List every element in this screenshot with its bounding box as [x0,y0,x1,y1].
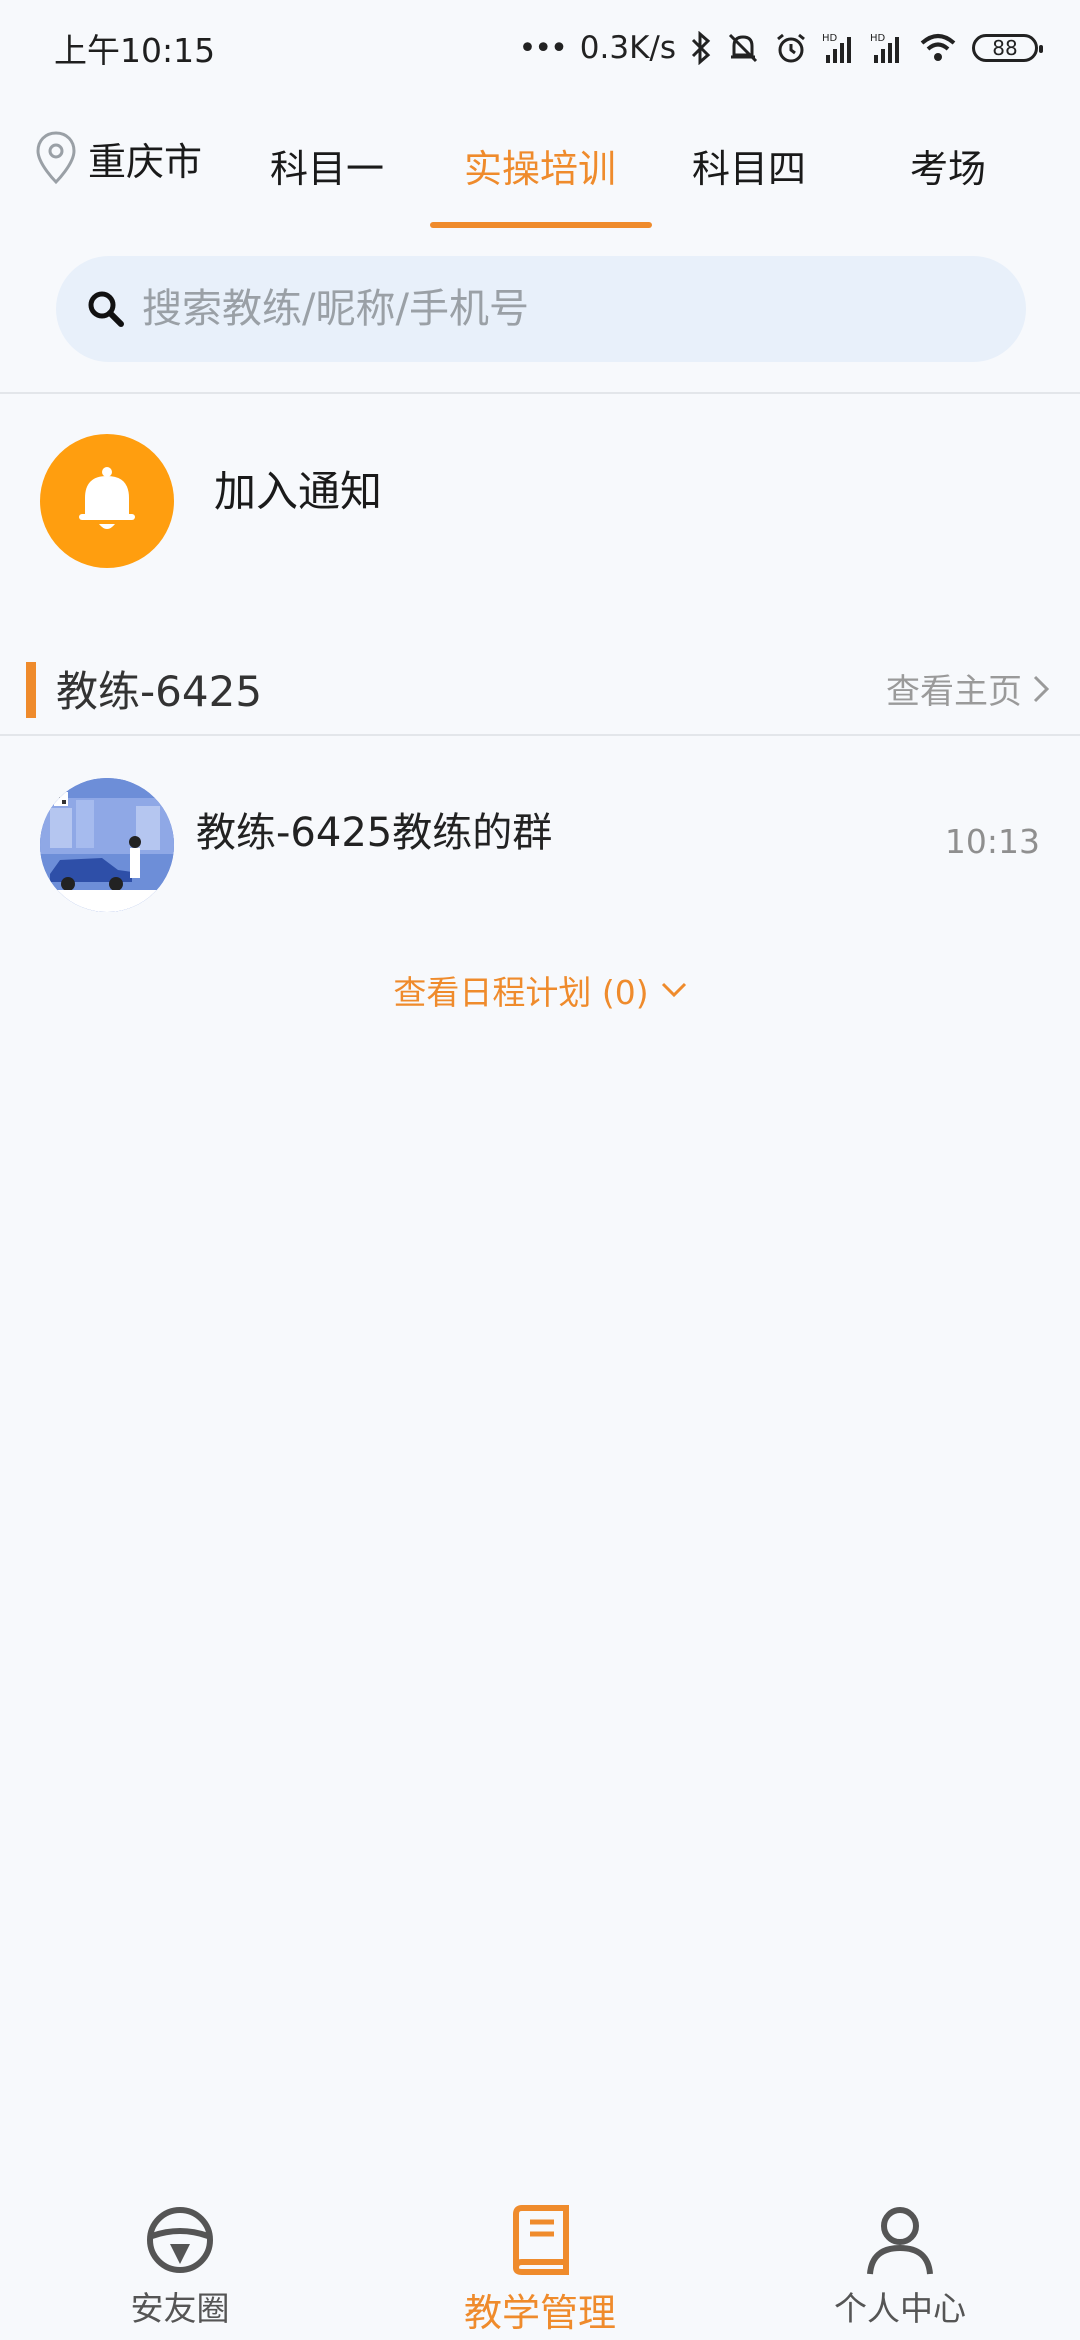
header-divider [0,392,1080,394]
status-bar: 上午10:15 ••• 0.3K/s HD HD 88 [0,0,1080,96]
active-tab-indicator [430,222,652,228]
mute-bell-icon [728,33,758,63]
group-chat-name: 教练-6425教练的群 [196,810,553,856]
section-divider [0,734,1080,736]
network-speed: 0.3K/s [579,30,676,66]
search-input[interactable] [142,286,962,332]
schedule-label: 查看日程计划 (0) [393,973,649,1012]
tab-subject-one[interactable]: 科目一 [270,138,384,193]
nav-teaching-management[interactable]: 教学管理 [420,2200,660,2337]
tab-exam-site[interactable]: 考场 [910,138,986,193]
chevron-right-icon [1033,675,1050,702]
signal-hd-icon: HD [822,33,851,63]
steering-wheel-icon [147,2207,213,2273]
schedule-toggle[interactable]: 查看日程计划 (0) [0,966,1080,1014]
group-chat-item[interactable]: 教练-6425教练的群 10:13 [0,770,1080,920]
status-time: 上午10:15 [54,31,216,70]
book-icon [513,2205,569,2275]
coach-section-header: 教练-6425 查看主页 [0,650,1080,732]
search-bar[interactable] [56,256,1026,362]
top-navigation: 重庆市 科目一 实操培训 科目四 考场 [0,100,1080,230]
bell-icon [79,467,135,529]
coach-title: 教练-6425 [56,667,263,716]
bluetooth-icon [691,31,711,65]
wifi-icon [920,34,956,61]
group-avatar [40,778,174,912]
group-chat-time: 10:13 [944,822,1040,861]
view-homepage-label: 查看主页 [886,672,1022,712]
city-label: 重庆市 [88,139,203,184]
nav-teaching-management-label: 教学管理 [463,2291,616,2335]
nav-anyouquan-label: 安友圈 [130,2289,230,2328]
section-accent-bar [26,662,36,718]
car-scene-icon [40,778,174,912]
bottom-navigation: 安友圈 教学管理 个人中心 [0,2190,1080,2340]
tab-practical-training[interactable]: 实操培训 [464,138,616,193]
more-dots-icon: ••• [518,30,568,66]
alarm-icon [777,33,805,63]
location-pin-icon [36,131,76,185]
svg-text:HD: HD [870,33,886,44]
city-selector[interactable]: 重庆市 [34,130,202,186]
tab-subject-four[interactable]: 科目四 [692,138,806,193]
person-icon [867,2207,933,2275]
notification-avatar [40,434,174,568]
search-icon [88,291,124,327]
nav-personal-center-label: 个人中心 [834,2289,966,2328]
join-notification-row[interactable]: 加入通知 [40,434,382,568]
chevron-down-icon [661,982,686,998]
view-homepage-link[interactable]: 查看主页 [886,664,1050,713]
join-notification-label: 加入通知 [214,467,383,516]
nav-personal-center[interactable]: 个人中心 [780,2200,1020,2330]
svg-text:HD: HD [822,33,838,44]
nav-anyouquan[interactable]: 安友圈 [60,2200,300,2330]
battery-indicator: 88 [972,34,1043,62]
signal-hd-icon-2: HD [870,33,899,63]
status-icons: ••• 0.3K/s HD HD 88 [518,30,1043,66]
